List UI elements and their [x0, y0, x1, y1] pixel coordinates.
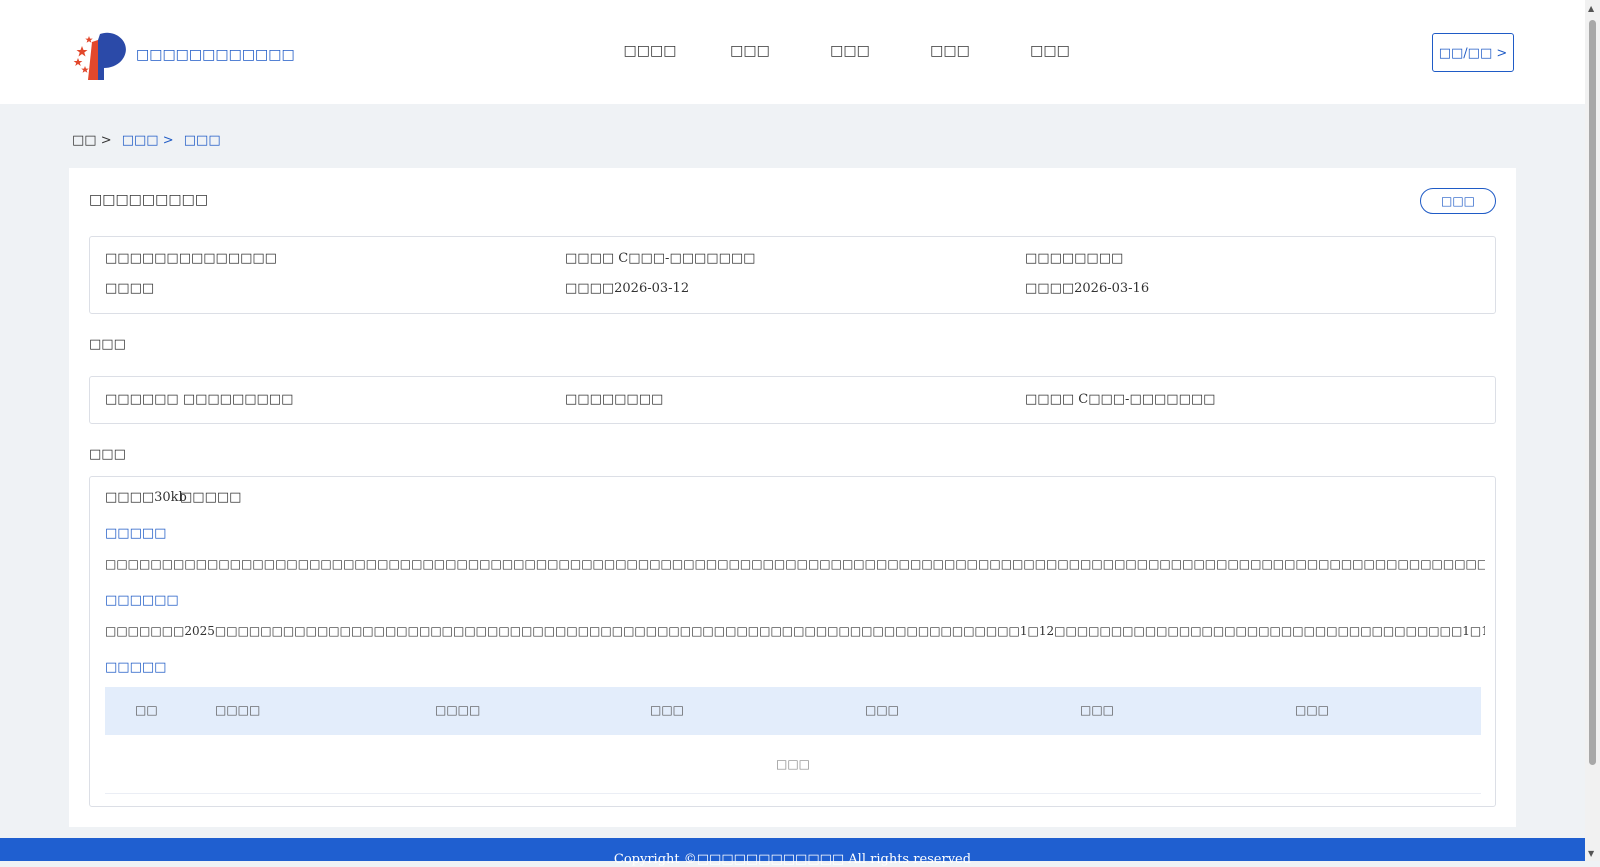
main-nav: □□□□ □□□ □□□ □□□ □□□ [600, 43, 1100, 59]
detail-card: □□□□□□□□□ □□□ □□□□□□□□□□□□□□ □□□□ C□□□-□… [69, 168, 1516, 827]
nav-item-1[interactable]: □□□□ [600, 43, 700, 59]
info-field: □□□□□□□□ [1025, 251, 1124, 266]
login-register-button[interactable]: □□/□□ > [1432, 33, 1514, 72]
info-field: □□□□2026-03-16 [1025, 281, 1150, 296]
site-header: □□□□□□□□□□□□ □□□□ □□□ □□□ □□□ □□□ □□/□□ … [0, 0, 1585, 104]
logo-icon [73, 32, 126, 80]
info-field: □□□□□□ □□□□□□□□□ [105, 392, 294, 407]
subsection-title: □□□□□□ [105, 593, 179, 608]
section-title: □□□ [89, 447, 126, 462]
nav-item-3[interactable]: □□□ [800, 43, 900, 59]
info-field: □□□□ C□□□-□□□□□□□ [565, 251, 756, 266]
breadcrumb-current[interactable]: □□□ [184, 133, 221, 148]
paragraph: □□□□□□□2025□□□□□□□□□□□□□□□□□□□□□□□□□□□□□… [105, 624, 1485, 638]
table-header-cell: □□□ [1080, 703, 1115, 717]
site-footer: Copyright ©□□□□□□□□□□□□ All rights reser… [0, 838, 1585, 867]
site-name[interactable]: □□□□□□□□□□□□ [136, 47, 295, 63]
copyright-text: Copyright ©□□□□□□□□□□□□ All rights reser… [613, 852, 972, 867]
info-field: □□□□□□□□ [565, 392, 664, 407]
page-scrollbar[interactable]: ▲ ▼ [1585, 0, 1600, 861]
table-header-cell: □□□ [865, 703, 900, 717]
back-button[interactable]: □□□ [1420, 188, 1496, 214]
nav-item-5[interactable]: □□□ [1000, 43, 1100, 59]
scroll-up-icon[interactable]: ▲ [1588, 4, 1594, 13]
info-box-2: □□□□□□ □□□□□□□□□ □□□□□□□□ □□□□ C□□□-□□□□… [89, 376, 1496, 424]
file-size: □□□□30kb [105, 490, 187, 505]
table-header-cell: □□□ [1295, 703, 1330, 717]
breadcrumb: □□ > □□□ > □□□ [72, 133, 227, 148]
table-header-cell: □□□ [650, 703, 685, 717]
info-field: □□□□ C□□□-□□□□□□□ [1025, 392, 1216, 407]
nav-item-2[interactable]: □□□ [700, 43, 800, 59]
document-box: □□□□30kb □□□□□ □□□□□ □□□□□□□□□□□□□□□□□□□… [89, 476, 1496, 807]
table-header-cell: □□□□ [435, 703, 481, 717]
subsection-title: □□□□□ [105, 526, 167, 541]
breadcrumb-section[interactable]: □□□ > [122, 133, 174, 148]
info-field: □□□□□□□□□□□□□□ [105, 251, 277, 266]
table-header-cell: □□ [135, 703, 158, 717]
subsection-title: □□□□□ [105, 660, 167, 675]
table-header: □□ □□□□ □□□□ □□□ □□□ □□□ □□□ [105, 687, 1481, 735]
breadcrumb-home[interactable]: □□ > [72, 133, 112, 148]
paragraph: □□□□□□□□□□□□□□□□□□□□□□□□□□□□□□□□□□□□□□□□… [105, 557, 1485, 571]
scroll-down-icon[interactable]: ▼ [1588, 849, 1594, 858]
table-header-cell: □□□□ [215, 703, 261, 717]
scroll-thumb[interactable] [1589, 20, 1596, 765]
section-title: □□□ [89, 337, 126, 352]
page-title: □□□□□□□□□ [89, 192, 209, 208]
info-box: □□□□□□□□□□□□□□ □□□□ C□□□-□□□□□□□ □□□□□□□… [89, 236, 1496, 314]
info-field: □□□□ [105, 281, 155, 296]
info-field: □□□□2026-03-12 [565, 281, 690, 296]
nav-item-4[interactable]: □□□ [900, 43, 1000, 59]
file-type: □□□□□ [180, 490, 242, 505]
table-empty-text: □□□ [105, 735, 1481, 794]
